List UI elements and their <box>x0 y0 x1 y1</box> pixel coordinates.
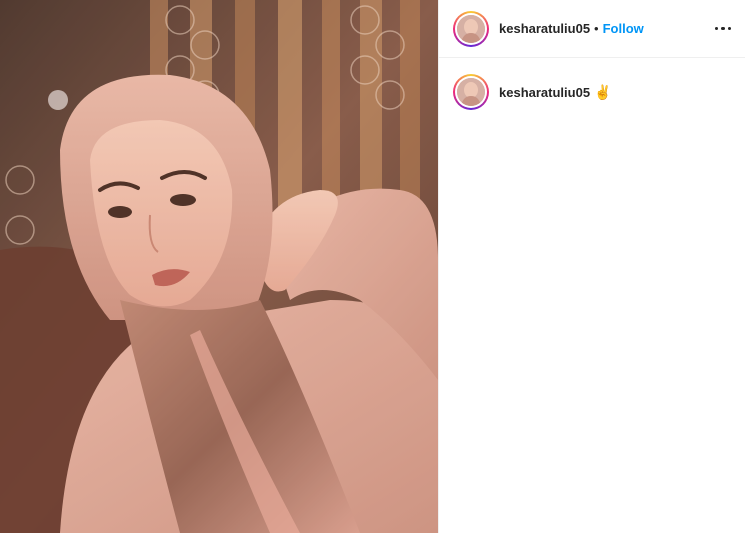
header-username[interactable]: kesharatuliu05 <box>499 21 590 36</box>
follow-button[interactable]: Follow <box>603 21 644 36</box>
caption: kesharatuliu05 ✌ <box>439 58 745 110</box>
avatar-image <box>457 14 485 43</box>
post-photo-image <box>0 0 438 533</box>
post-photo[interactable] <box>0 0 438 533</box>
caption-avatar[interactable] <box>453 74 489 110</box>
more-horizontal-icon[interactable] <box>713 21 734 37</box>
post-sidebar: kesharatuliu05 • Follow kesharatuliu05 ✌ <box>438 0 745 533</box>
victory-hand-emoji: ✌ <box>594 84 612 100</box>
caption-username[interactable]: kesharatuliu05 <box>499 85 590 100</box>
caption-avatar-image <box>457 78 485 106</box>
avatar[interactable] <box>453 10 489 47</box>
separator-dot: • <box>594 21 599 36</box>
instagram-post: kesharatuliu05 • Follow kesharatuliu05 ✌ <box>0 0 745 533</box>
post-header: kesharatuliu05 • Follow <box>439 0 745 58</box>
